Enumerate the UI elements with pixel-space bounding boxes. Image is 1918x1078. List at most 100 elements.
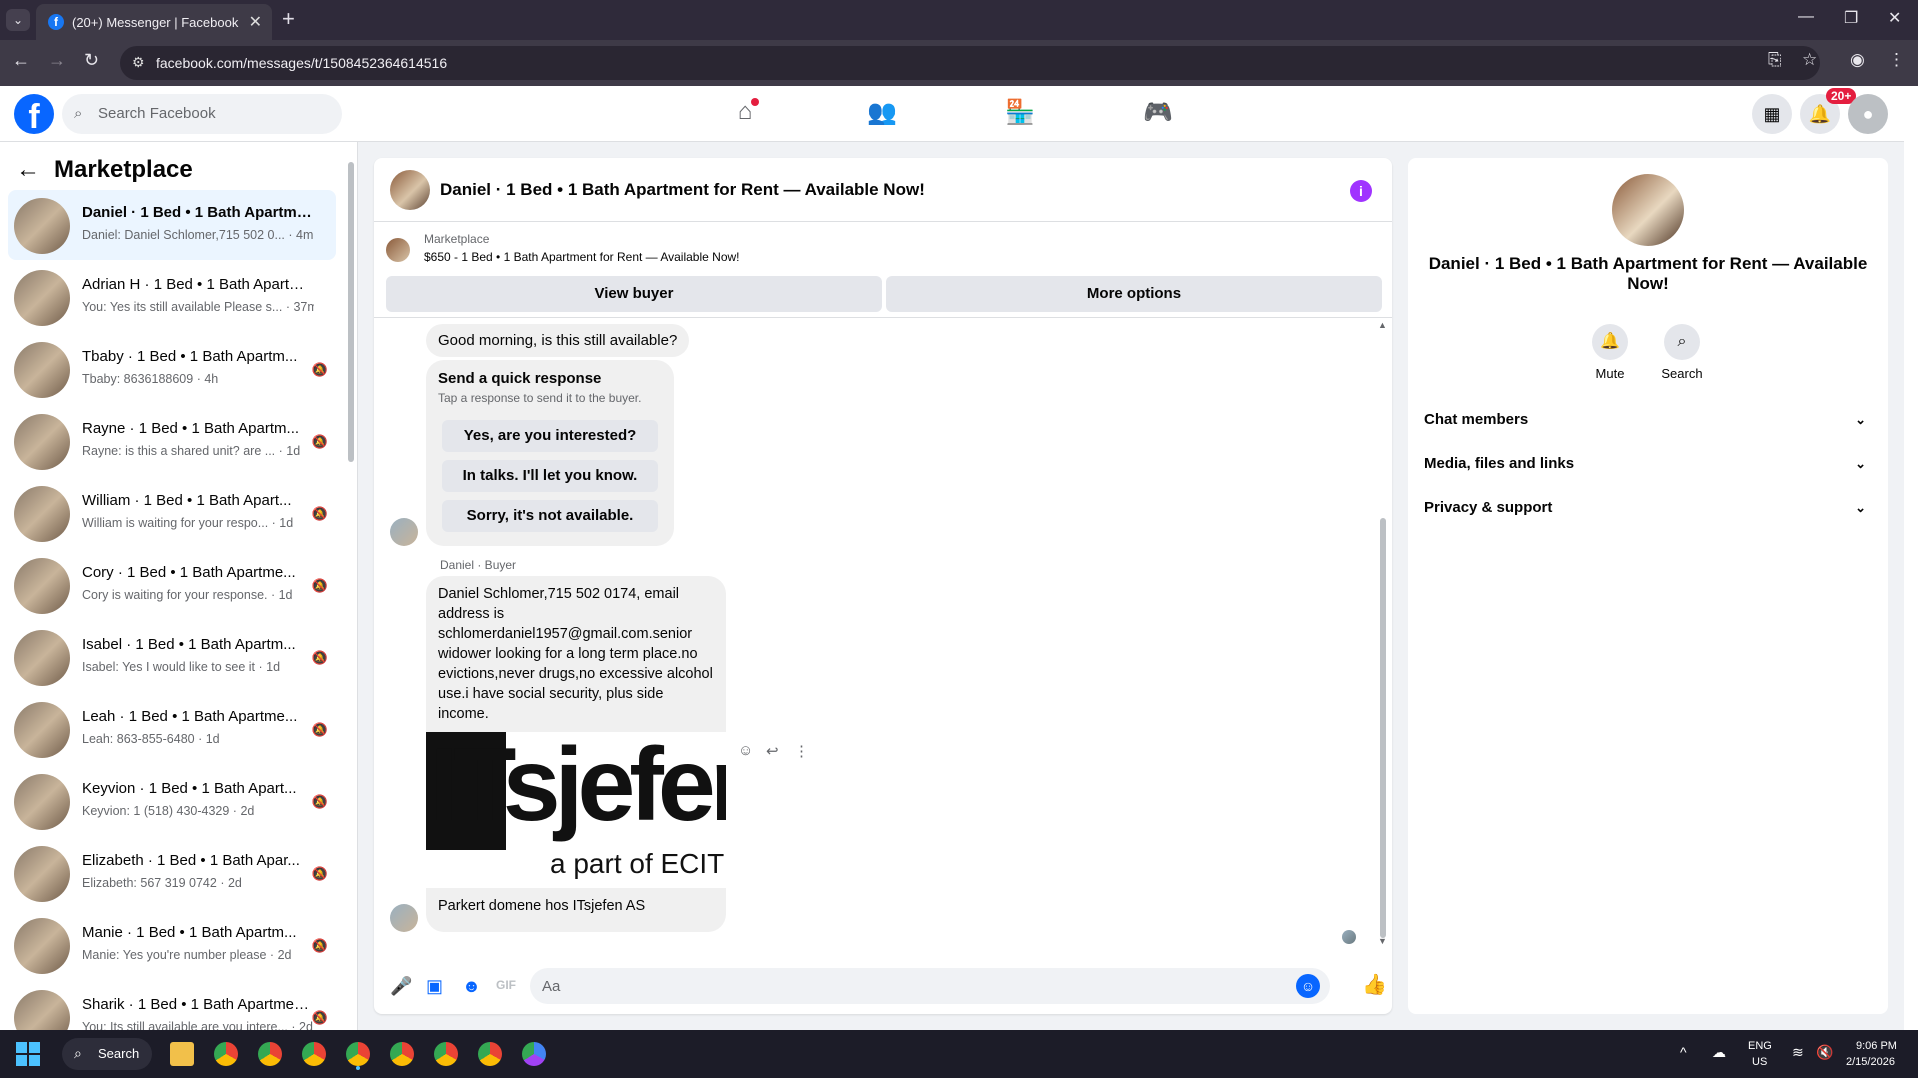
gaming-icon[interactable]: 🎮 xyxy=(1138,98,1178,130)
menu-kebab-icon[interactable]: ⋮ xyxy=(1888,50,1905,70)
privacy-support-section[interactable]: Privacy & support ⌄ xyxy=(1424,490,1876,526)
chat-avatar[interactable] xyxy=(390,170,430,210)
preview-time: 4h xyxy=(204,372,219,386)
chat-members-section[interactable]: Chat members ⌄ xyxy=(1424,402,1876,438)
chrome-profile-icon[interactable] xyxy=(478,1042,502,1066)
message-input[interactable]: Aa ☺ xyxy=(530,968,1330,1004)
conversation-item[interactable]: Rayne · 1 Bed • 1 Bath Apartm... Rayne: i… xyxy=(8,406,336,476)
link-caption[interactable]: Parkert domene hos ITsjefen AS xyxy=(438,898,645,914)
conversation-item[interactable]: Daniel · 1 Bed • 1 Bath Apartmen... Danie… xyxy=(8,190,336,260)
restore-icon[interactable]: ❐ xyxy=(1844,8,1858,28)
facebook-logo-icon[interactable]: f xyxy=(14,94,54,136)
search-conversation-button[interactable]: ⌕ Search xyxy=(1642,324,1722,381)
chrome-icon[interactable] xyxy=(214,1042,238,1066)
url-text[interactable]: facebook.com/messages/t/1508452364614516 xyxy=(156,55,447,71)
taskbar-search-button[interactable]: ⌕ Search xyxy=(62,1038,152,1070)
conversation-item[interactable]: Cory · 1 Bed • 1 Bath Apartme... Cory is … xyxy=(8,550,336,620)
conversation-title: Daniel · 1 Bed • 1 Bath Apartment for Re… xyxy=(1428,254,1868,293)
more-options-button[interactable]: More options xyxy=(886,276,1382,312)
more-actions-icon[interactable]: ⋮ xyxy=(794,742,809,760)
conversation-item[interactable]: Keyvion · 1 Bed • 1 Bath Apart... Keyvion… xyxy=(8,766,336,836)
onedrive-cloud-icon[interactable]: ☁ xyxy=(1712,1044,1726,1061)
back-arrow-icon[interactable]: ← xyxy=(16,156,40,183)
menu-grid-icon[interactable]: ▦ xyxy=(1752,94,1792,134)
forward-icon[interactable]: → xyxy=(48,50,66,71)
home-icon[interactable]: ⌂ xyxy=(725,98,765,130)
tab-search-button[interactable]: ⌄ xyxy=(6,9,30,31)
wifi-icon[interactable]: ≋ xyxy=(1792,1044,1804,1061)
marketplace-icon[interactable]: 🏪 xyxy=(1000,98,1040,130)
sticker-icon[interactable]: ☻ xyxy=(462,976,481,997)
profile-icon[interactable]: ◉ xyxy=(1850,50,1865,70)
message-bubble-2[interactable]: Daniel Schlomer,715 502 0174, email addr… xyxy=(426,576,726,932)
chrome-profile-icon[interactable] xyxy=(302,1042,326,1066)
quick-response-not-available-button[interactable]: Sorry, it's not available. xyxy=(442,500,658,532)
reload-icon[interactable]: ↻ xyxy=(84,50,99,71)
facebook-search-input[interactable]: ⌕ Search Facebook xyxy=(62,94,342,134)
friends-icon[interactable]: 👥 xyxy=(862,98,902,130)
quick-response-yes-button[interactable]: Yes, are you interested? xyxy=(442,420,658,452)
microphone-icon[interactable]: 🎤 xyxy=(390,976,412,997)
bookmark-star-icon[interactable]: ☆ xyxy=(1802,50,1817,70)
conversation-name: Manie · 1 Bed • 1 Bath Apartm... xyxy=(82,924,297,941)
conversation-item[interactable]: Leah · 1 Bed • 1 Bath Apartme... Leah: 86… xyxy=(8,694,336,764)
browser-tab[interactable]: f (20+) Messenger | Facebook ✕ xyxy=(36,4,272,40)
info-icon[interactable]: i xyxy=(1350,180,1372,202)
sender-avatar-2[interactable] xyxy=(390,904,418,932)
react-icon[interactable]: ☺ xyxy=(738,742,753,759)
clock-date[interactable]: 2/15/2026 xyxy=(1846,1056,1895,1068)
url-bar[interactable]: ⚙ facebook.com/messages/t/15084523646145… xyxy=(120,46,1820,80)
view-buyer-button[interactable]: View buyer xyxy=(386,276,882,312)
message-bubble-1[interactable]: Good morning, is this still available? xyxy=(426,324,690,357)
link-preview-image[interactable]: ITsjefer a part of ECIT xyxy=(426,732,726,888)
conversation-item[interactable]: Adrian H · 1 Bed • 1 Bath Apartm... You: … xyxy=(8,262,336,332)
address-toolbar: ← → ↻ ⚙ facebook.com/messages/t/15084523… xyxy=(0,40,1918,86)
chat-title[interactable]: Daniel · 1 Bed • 1 Bath Apartment for Re… xyxy=(440,180,925,200)
media-files-links-section[interactable]: Media, files and links ⌄ xyxy=(1424,446,1876,482)
quick-response-in-talks-button[interactable]: In talks. I'll let you know. xyxy=(442,460,658,492)
page-scrollbar[interactable] xyxy=(1904,86,1918,1030)
like-thumb-icon[interactable]: 👍 xyxy=(1362,972,1387,997)
listing-thumbnail[interactable] xyxy=(386,238,410,262)
windows-start-icon[interactable] xyxy=(16,1042,40,1066)
conversation-item[interactable]: Elizabeth · 1 Bed • 1 Bath Apar... Elizab… xyxy=(8,838,336,908)
conversation-name: Keyvion · 1 Bed • 1 Bath Apart... xyxy=(82,780,297,797)
conversation-item[interactable]: Tbaby · 1 Bed • 1 Bath Apartm... Tbaby: 8… xyxy=(8,334,336,404)
photo-icon[interactable]: ▣ xyxy=(426,976,443,997)
minimize-icon[interactable]: — xyxy=(1798,8,1814,26)
chrome-profile-icon[interactable] xyxy=(434,1042,458,1066)
account-avatar-icon[interactable]: ● xyxy=(1848,94,1888,134)
close-tab-icon[interactable]: ✕ xyxy=(249,12,262,32)
conversation-avatar xyxy=(14,198,70,254)
scroll-up-arrow-icon[interactable]: ▲ xyxy=(1378,320,1387,330)
install-app-icon[interactable]: ⎘ xyxy=(1768,50,1782,70)
message-scrollbar[interactable] xyxy=(1380,518,1386,938)
new-tab-button[interactable]: + xyxy=(282,6,295,32)
show-hidden-icons-icon[interactable]: ^ xyxy=(1680,1044,1687,1060)
language-indicator[interactable]: ENG xyxy=(1748,1040,1772,1052)
sidebar-scrollbar[interactable] xyxy=(348,162,354,462)
file-explorer-icon[interactable] xyxy=(170,1042,194,1066)
marketplace-conversation-list: ← Marketplace Daniel · 1 Bed • 1 Bath Apa… xyxy=(0,142,358,1030)
muted-bell-icon: 🔕 xyxy=(311,362,328,377)
clock-time[interactable]: 9:06 PM xyxy=(1856,1040,1897,1052)
emoji-icon[interactable]: ☺ xyxy=(1296,974,1320,998)
chrome-profile-icon[interactable] xyxy=(390,1042,414,1066)
conversation-item[interactable]: Isabel · 1 Bed • 1 Bath Apartm... Isabel:… xyxy=(8,622,336,692)
conversation-avatar[interactable] xyxy=(1612,174,1684,246)
back-icon[interactable]: ← xyxy=(12,50,30,71)
chrome-active-icon[interactable] xyxy=(346,1042,370,1066)
site-info-icon[interactable]: ⚙ xyxy=(132,54,145,71)
chrome-profile-icon[interactable] xyxy=(522,1042,546,1066)
conversation-item[interactable]: William · 1 Bed • 1 Bath Apart... William… xyxy=(8,478,336,548)
conversation-item[interactable]: Manie · 1 Bed • 1 Bath Apartm... Manie: Y… xyxy=(8,910,336,980)
listing-title[interactable]: $650 - 1 Bed • 1 Bath Apartment for Rent… xyxy=(424,250,740,264)
reply-icon[interactable]: ↩ xyxy=(766,742,779,760)
sender-avatar[interactable] xyxy=(390,518,418,546)
close-window-icon[interactable]: ✕ xyxy=(1888,8,1901,28)
conversation-item[interactable]: Sharik · 1 Bed • 1 Bath Apartmen... You: … xyxy=(8,982,336,1030)
chrome-profile-icon[interactable] xyxy=(258,1042,282,1066)
speaker-muted-icon[interactable]: 🔇 xyxy=(1816,1044,1833,1061)
gif-icon[interactable]: GIF xyxy=(496,978,516,992)
mute-button[interactable]: 🔔 Mute xyxy=(1570,324,1650,381)
